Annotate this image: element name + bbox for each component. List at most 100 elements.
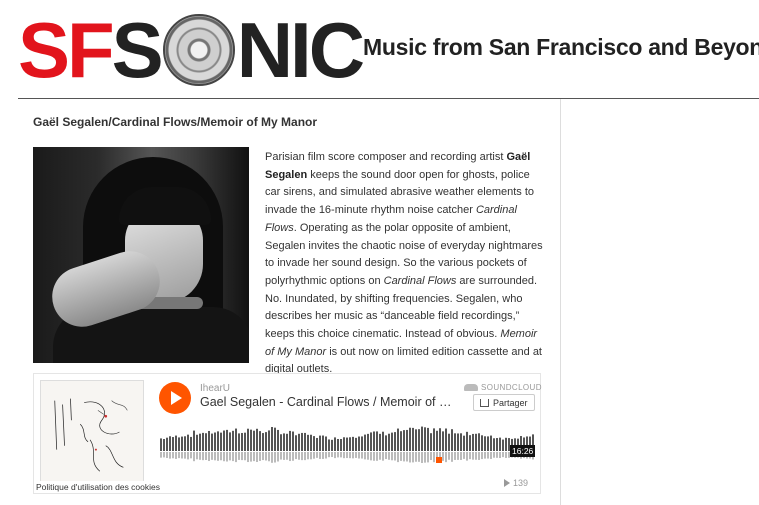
play-icon[interactable] bbox=[159, 382, 191, 414]
waveform-bar bbox=[409, 427, 411, 451]
play-count-value: 139 bbox=[513, 478, 529, 488]
waveform-bar bbox=[262, 433, 264, 451]
waveform-reflection bbox=[358, 452, 360, 459]
waveform-reflection bbox=[460, 452, 462, 460]
waveform-bar bbox=[361, 436, 363, 451]
waveform-reflection bbox=[346, 452, 348, 459]
share-label: Partager bbox=[493, 397, 528, 408]
waveform-bar bbox=[268, 430, 270, 451]
soundcloud-player[interactable]: Politique d'utilisation des cookies Ihea… bbox=[33, 373, 542, 494]
waveform-reflection bbox=[286, 452, 288, 460]
waveform-bar bbox=[400, 431, 402, 451]
waveform-reflection bbox=[382, 452, 384, 461]
waveform-reflection bbox=[493, 452, 495, 458]
waveform-bar bbox=[364, 434, 366, 451]
waveform-reflection bbox=[292, 452, 294, 461]
waveform-reflection bbox=[250, 452, 252, 462]
waveform-reflection bbox=[241, 452, 243, 461]
waveform-bar bbox=[316, 437, 318, 451]
waveform-bar bbox=[256, 428, 258, 451]
waveform-reflection bbox=[232, 452, 234, 462]
waveform-reflection bbox=[304, 452, 306, 461]
waveform-reflection bbox=[181, 452, 183, 459]
waveform-reflection bbox=[415, 452, 417, 462]
waveform-bar bbox=[343, 437, 345, 451]
waveform-reflection bbox=[325, 452, 327, 459]
waveform-reflection bbox=[265, 452, 267, 461]
waveform-bar bbox=[244, 432, 246, 451]
waveform-bar bbox=[232, 430, 234, 451]
waveform-reflection bbox=[262, 452, 264, 461]
waveform-bar bbox=[337, 438, 339, 451]
waveform-bar bbox=[292, 431, 294, 451]
waveform-bar bbox=[460, 433, 462, 451]
waveform-reflection bbox=[220, 452, 222, 461]
waveform-bar bbox=[160, 438, 162, 451]
track-duration: 16:26 bbox=[510, 445, 536, 457]
waveform-bar bbox=[484, 436, 486, 451]
waveform-reflection bbox=[376, 452, 378, 461]
waveform-bar bbox=[322, 435, 324, 451]
share-icon bbox=[480, 398, 489, 407]
waveform-bar bbox=[220, 432, 222, 451]
waveform-reflection bbox=[223, 452, 225, 462]
waveform-bar bbox=[181, 436, 183, 451]
plays-icon bbox=[504, 479, 510, 487]
waveform-bar bbox=[286, 433, 288, 451]
track-title[interactable]: Gael Segalen - Cardinal Flows / Memoir o… bbox=[200, 395, 452, 409]
waveform-bar bbox=[445, 428, 447, 451]
waveform-bar bbox=[502, 439, 504, 451]
cookie-policy-link[interactable]: Politique d'utilisation des cookies bbox=[34, 481, 163, 493]
waveform-bar bbox=[478, 433, 480, 451]
uploader-name[interactable]: IhearU bbox=[200, 383, 230, 394]
waveform-reflection bbox=[484, 452, 486, 459]
waveform-reflection bbox=[385, 452, 387, 460]
waveform-bar bbox=[439, 428, 441, 451]
waveform-reflection bbox=[454, 452, 456, 460]
waveform-bar bbox=[184, 436, 186, 451]
waveform-bar bbox=[496, 438, 498, 451]
waveform-bar bbox=[193, 430, 195, 451]
waveform-bar bbox=[391, 432, 393, 451]
waveform-reflection bbox=[340, 452, 342, 458]
comment-marker-icon[interactable] bbox=[436, 457, 442, 463]
waveform-bar bbox=[250, 429, 252, 451]
waveform-reflection bbox=[253, 452, 255, 462]
waveform-reflection bbox=[502, 452, 504, 458]
waveform-reflection bbox=[373, 452, 375, 461]
waveform-bar bbox=[382, 431, 384, 451]
waveform-bar bbox=[430, 433, 432, 451]
waveform-bar bbox=[166, 437, 168, 451]
soundcloud-brand[interactable]: SOUNDCLOUD bbox=[464, 383, 542, 392]
waveform-reflection bbox=[334, 452, 336, 459]
album-artwork[interactable] bbox=[40, 380, 144, 484]
logo-s: S bbox=[111, 6, 164, 94]
waveform-bar bbox=[205, 433, 207, 451]
waveform-reflection bbox=[397, 452, 399, 463]
share-button[interactable]: Partager bbox=[473, 394, 535, 411]
waveform-bar bbox=[172, 437, 174, 451]
waveform-bar bbox=[421, 426, 423, 451]
waveform-reflection bbox=[418, 452, 420, 462]
site-tagline: Music from San Francisco and Beyond bbox=[363, 34, 759, 60]
post-title[interactable]: Gaël Segalen/Cardinal Flows/Memoir of My… bbox=[33, 115, 317, 129]
waveform-bar bbox=[442, 431, 444, 451]
waveform-bar bbox=[217, 431, 219, 451]
waveform-bar bbox=[367, 433, 369, 451]
waveform-reflection bbox=[271, 452, 273, 463]
header-divider bbox=[18, 98, 759, 99]
waveform-bar bbox=[505, 437, 507, 451]
waveform-bar bbox=[355, 437, 357, 451]
waveform-reflection bbox=[175, 452, 177, 459]
waveform-bar bbox=[211, 433, 213, 451]
logo-sf: SF bbox=[18, 6, 115, 94]
waveform-bar bbox=[247, 428, 249, 451]
waveform-reflection bbox=[280, 452, 282, 460]
waveform-bar bbox=[226, 429, 228, 451]
waveform[interactable] bbox=[160, 423, 535, 466]
waveform-bar bbox=[454, 433, 456, 451]
waveform-reflection bbox=[193, 452, 195, 462]
waveform-bar bbox=[310, 434, 312, 451]
site-logo[interactable]: SF S NIC bbox=[18, 6, 365, 94]
waveform-reflection bbox=[196, 452, 198, 460]
